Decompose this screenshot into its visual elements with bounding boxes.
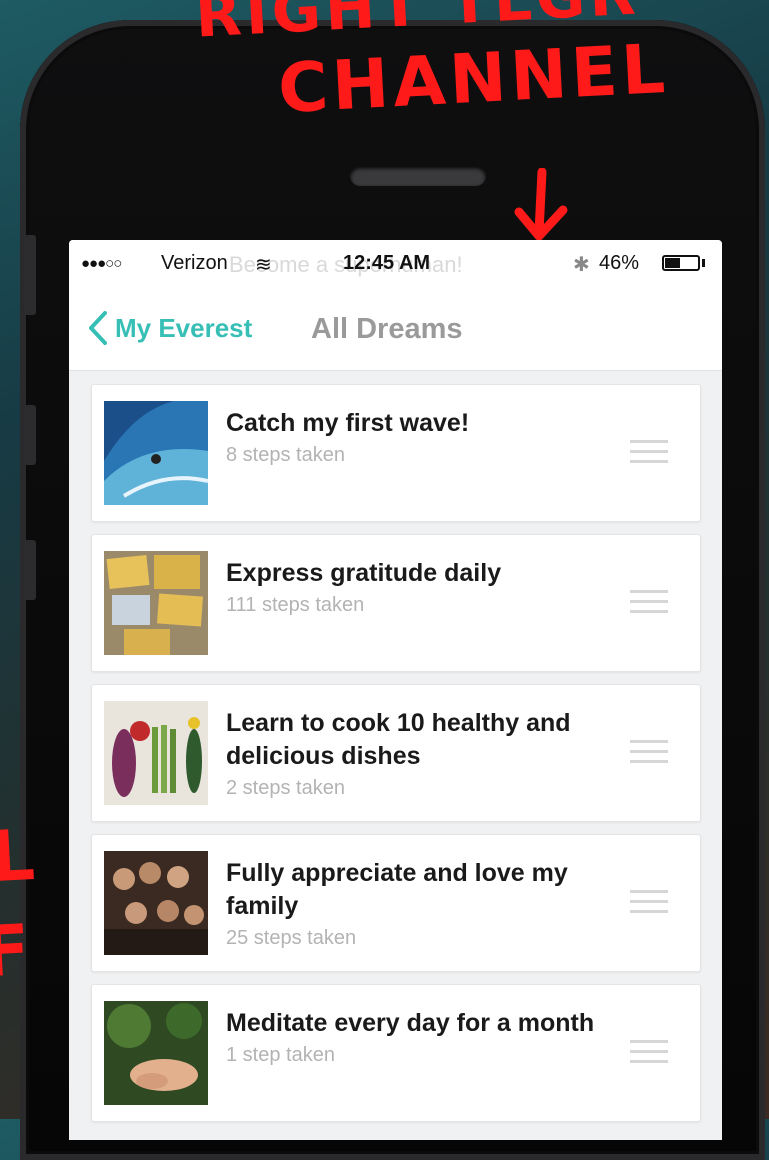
- back-button[interactable]: My Everest: [87, 306, 252, 350]
- dream-title-block: Fully appreciate and love my family 25 s…: [226, 857, 626, 953]
- app-screen: Become a superhuman! ●●●○○ Verizon ≋ 12:…: [69, 240, 722, 1140]
- back-button-label: My Everest: [115, 312, 253, 343]
- dream-steps: 111 steps taken: [226, 594, 365, 616]
- surfing-wave-thumbnail: [104, 401, 208, 505]
- family-photo-thumbnail: [104, 851, 208, 955]
- gratitude-notes-thumbnail: [104, 551, 208, 655]
- dream-steps: 25 steps taken: [226, 927, 357, 949]
- dream-card[interactable]: Meditate every day for a month 1 step ta…: [91, 984, 701, 1122]
- dream-title: Fully appreciate and love my family: [226, 859, 568, 920]
- annotation-arrow-icon: [514, 168, 568, 241]
- dream-card[interactable]: Express gratitude daily 111 steps taken: [91, 534, 701, 672]
- carrier-label: Verizon: [161, 252, 228, 274]
- dream-title: Express gratitude daily: [226, 559, 502, 587]
- volume-down-button: [24, 540, 36, 600]
- page-title: All Dreams: [311, 313, 463, 345]
- vegetables-thumbnail: [104, 701, 208, 805]
- dream-title: Learn to cook 10 healthy and delicious d…: [226, 709, 571, 770]
- bluetooth-icon: ✱: [573, 254, 590, 276]
- dream-title-block: Meditate every day for a month 1 step ta…: [226, 1007, 626, 1070]
- reorder-handle-icon[interactable]: [630, 890, 668, 914]
- battery-fill: [665, 258, 680, 268]
- meditation-hands-thumbnail: [104, 1001, 208, 1105]
- reorder-handle-icon[interactable]: [630, 740, 668, 764]
- dream-card[interactable]: Catch my first wave! 8 steps taken: [91, 384, 701, 522]
- annotation-left-mark-1: L: [0, 813, 41, 899]
- battery-icon: [662, 255, 700, 271]
- battery-percent: 46%: [599, 252, 640, 274]
- dream-steps: 2 steps taken: [226, 777, 345, 799]
- reorder-handle-icon[interactable]: [630, 440, 668, 464]
- dream-card[interactable]: Learn to cook 10 healthy and delicious d…: [91, 684, 701, 822]
- dream-steps: 1 step taken: [226, 1044, 335, 1066]
- dream-title: Catch my first wave!: [226, 409, 470, 437]
- dream-steps: 8 steps taken: [226, 444, 345, 466]
- dream-title-block: Learn to cook 10 healthy and delicious d…: [226, 707, 626, 803]
- chevron-left-icon: [89, 311, 107, 345]
- annotation-left-mark-2: F: [0, 908, 36, 994]
- reorder-handle-icon[interactable]: [630, 1040, 668, 1064]
- reorder-handle-icon[interactable]: [630, 590, 668, 614]
- dream-list: Catch my first wave! 8 steps taken Expre…: [91, 384, 701, 1134]
- navigation-bar: My Everest All Dreams: [69, 286, 722, 371]
- dream-title-block: Catch my first wave! 8 steps taken: [226, 407, 626, 470]
- volume-up-button: [24, 405, 36, 465]
- dream-card[interactable]: Fully appreciate and love my family 25 s…: [91, 834, 701, 972]
- mute-switch: [24, 235, 36, 315]
- earpiece-speaker: [350, 166, 486, 186]
- wifi-icon: ≋: [255, 254, 272, 276]
- dream-title: Meditate every day for a month: [226, 1009, 595, 1037]
- dream-title-block: Express gratitude daily 111 steps taken: [226, 557, 626, 620]
- status-time: 12:45 AM: [343, 252, 431, 274]
- battery-cap: [702, 259, 705, 267]
- status-bar: Become a superhuman! ●●●○○ Verizon ≋ 12:…: [69, 240, 722, 286]
- signal-icon: ●●●○○: [81, 255, 122, 272]
